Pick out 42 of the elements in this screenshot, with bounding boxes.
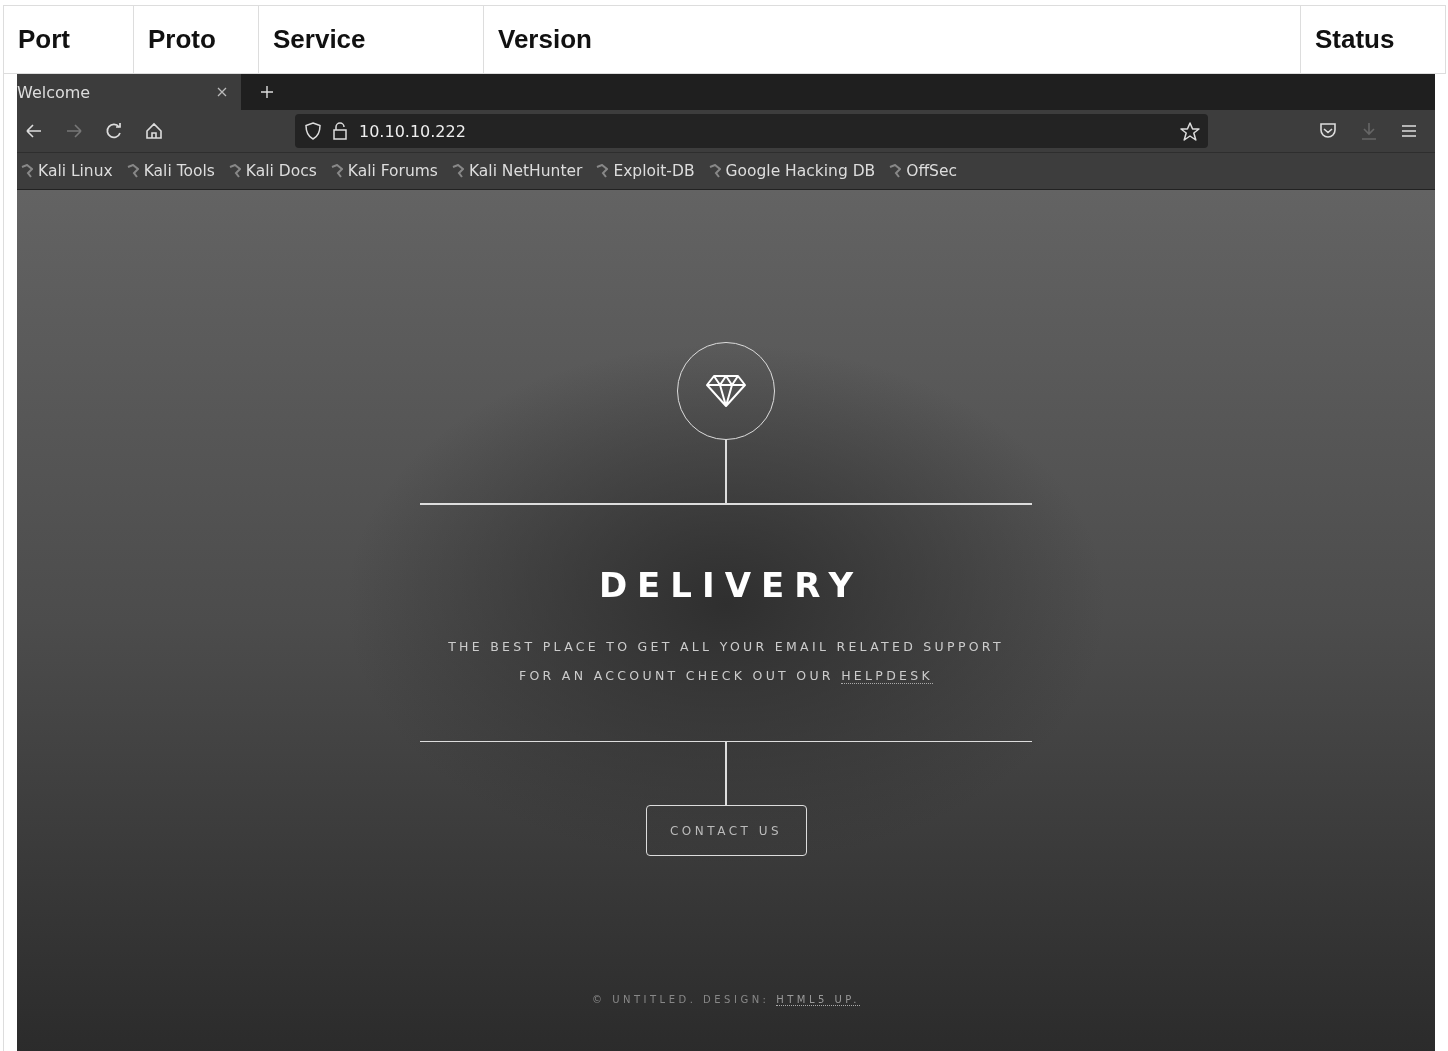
column-header: Proto: [148, 24, 216, 55]
bookmark-icon: [451, 164, 464, 178]
reload-icon[interactable]: [105, 122, 123, 140]
bookmark-icon: [126, 164, 139, 178]
bookmark-icon: [708, 164, 721, 178]
plus-icon[interactable]: [261, 86, 273, 98]
browser-tab[interactable]: Welcome: [17, 74, 241, 110]
lock-icon: [333, 122, 347, 140]
star-icon[interactable]: [1180, 121, 1200, 141]
bookmark-item[interactable]: Kali Forums: [330, 162, 438, 180]
helpdesk-link[interactable]: HELPDESK: [841, 667, 933, 684]
contact-us-button[interactable]: CONTACT US: [645, 805, 807, 856]
bookmark-icon: [228, 164, 241, 178]
home-icon[interactable]: [145, 122, 163, 140]
pocket-icon[interactable]: [1319, 123, 1337, 139]
column-header: Version: [498, 24, 592, 55]
close-icon[interactable]: [217, 87, 227, 97]
column-header: Service: [273, 24, 366, 55]
forward-arrow-icon[interactable]: [65, 123, 83, 139]
bookmark-item[interactable]: Kali Tools: [126, 162, 215, 180]
column-header: Port: [18, 24, 70, 55]
bookmark-icon: [21, 164, 33, 178]
site-title: DELIVERY: [597, 564, 864, 605]
bookmark-item[interactable]: Exploit-DB: [596, 162, 695, 180]
bookmark-item[interactable]: Kali Docs: [228, 162, 317, 180]
column-header: Status: [1315, 24, 1395, 55]
tagline: FOR AN ACCOUNT CHECK OUT OUR: [518, 667, 834, 683]
bookmark-item[interactable]: Google Hacking DB: [708, 162, 876, 180]
bookmark-icon: [330, 164, 343, 178]
back-arrow-icon[interactable]: [25, 123, 43, 139]
bookmark-item[interactable]: OffSec: [889, 162, 957, 180]
bookmark-icon: [889, 164, 902, 178]
bookmark-item[interactable]: Kali Linux: [21, 162, 113, 180]
diamond-icon: [705, 374, 747, 408]
footer-credit: © UNTITLED. DESIGN:: [591, 994, 770, 1005]
address-bar[interactable]: 10.10.10.222: [295, 114, 1208, 148]
bookmark-item[interactable]: Kali NetHunter: [451, 162, 583, 180]
shield-icon[interactable]: [305, 122, 321, 140]
tagline: THE BEST PLACE TO GET ALL YOUR EMAIL RELATED SUPPORT: [448, 638, 1004, 654]
bookmark-icon: [596, 164, 609, 178]
footer-link[interactable]: HTML5 UP.: [776, 994, 860, 1006]
menu-icon[interactable]: [1401, 124, 1417, 138]
